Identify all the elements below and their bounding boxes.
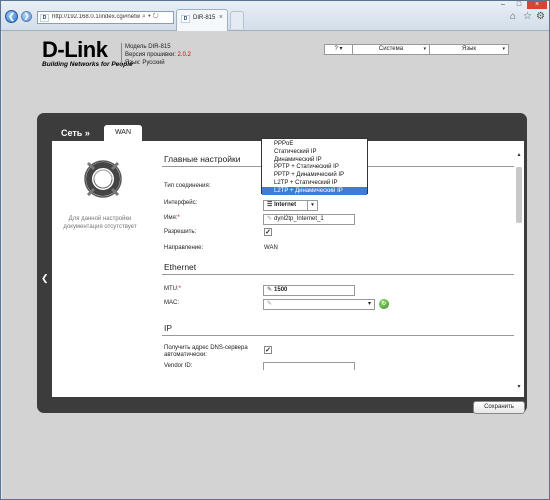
- connection-type-option[interactable]: PPPoE: [262, 140, 367, 148]
- required-mark: *: [178, 286, 182, 292]
- connection-type-option[interactable]: L2TP + Статический IP: [262, 179, 367, 187]
- dlink-logo: D-Link Building Networks for People: [42, 37, 133, 69]
- direction-value: WAN: [264, 245, 278, 251]
- system-menu-label: Система: [378, 46, 404, 52]
- section-ethernet: Ethernet: [164, 262, 197, 272]
- mtu-input-value: 1500: [274, 287, 288, 293]
- name-label-text: Имя:: [164, 215, 178, 221]
- help-lifebuoy-icon: [84, 160, 122, 198]
- connection-type-option[interactable]: PPTP + Статический IP: [262, 163, 367, 171]
- help-menu[interactable]: ? ▾: [325, 45, 353, 54]
- tab-title: DIR-815: [193, 15, 216, 21]
- tab-close-icon[interactable]: ×: [219, 14, 223, 21]
- logo-tagline: Building Networks for People: [42, 61, 133, 68]
- previous-page-arrow-icon[interactable]: ❮: [41, 273, 49, 284]
- connection-type-option[interactable]: Статический IP: [262, 148, 367, 156]
- save-button[interactable]: Сохранить: [473, 401, 525, 414]
- close-window-button[interactable]: ×: [527, 1, 547, 9]
- language-menu[interactable]: Язык ▾: [430, 45, 508, 54]
- chevron-down-icon: ▾: [367, 301, 371, 307]
- new-tab-button[interactable]: [230, 11, 244, 29]
- dns-auto-checkbox[interactable]: ✓: [264, 346, 272, 354]
- chevron-down-icon: ▾: [307, 201, 317, 210]
- name-input-value: dynl2tp_Internet_1: [274, 216, 324, 222]
- device-info: Модель DIR-815 Версия прошивки: 2.0.2 Яз…: [125, 43, 191, 67]
- interface-value: Internet: [274, 202, 297, 208]
- lightbulb-icon: ?: [334, 46, 338, 52]
- browser-toolbar: ❮ ❯ D http://192.168.0.1/index.cgi#netw …: [1, 1, 549, 31]
- breadcrumb[interactable]: Сеть »: [61, 128, 90, 138]
- mtu-label: MTU:*: [164, 286, 181, 292]
- language-line: Язык: Русский: [125, 60, 165, 66]
- scroll-thumb[interactable]: [516, 167, 522, 223]
- allow-label: Разрешить:: [164, 229, 197, 235]
- required-mark: *: [177, 215, 180, 221]
- connection-type-option[interactable]: Динамический IP: [262, 156, 367, 164]
- vendor-id-input[interactable]: [263, 362, 355, 370]
- system-menu[interactable]: Система ▾: [353, 45, 430, 54]
- gear-icon[interactable]: ⚙: [536, 11, 545, 22]
- no-documentation-text: Для данной настройки документация отсутс…: [63, 216, 137, 230]
- home-icon[interactable]: ⌂: [510, 11, 516, 22]
- browser-tab-dir815[interactable]: D DIR-815 ×: [176, 9, 228, 31]
- address-bar[interactable]: D http://192.168.0.1/index.cgi#netw ⌕ ▾ …: [37, 11, 174, 24]
- direction-label: Направление:: [164, 245, 204, 251]
- dns-auto-label-line1: Получить адрес DNS-сервера: [164, 345, 248, 351]
- back-button[interactable]: ❮: [5, 10, 18, 23]
- mtu-label-text: MTU:: [164, 286, 179, 292]
- tab-favicon-icon: D: [181, 15, 190, 23]
- connection-type-option[interactable]: L2TP + Динамический IP: [262, 186, 367, 195]
- top-menu: ? ▾ Система ▾ Язык ▾: [324, 44, 509, 55]
- connection-type-option[interactable]: PPTP + Динамический IP: [262, 171, 367, 179]
- firmware-label: Версия прошивки:: [125, 52, 176, 58]
- browser-window: ❮ ❯ D http://192.168.0.1/index.cgi#netw …: [0, 0, 550, 500]
- vendor-id-label: Vendor ID:: [164, 363, 193, 369]
- star-icon[interactable]: ☆: [523, 11, 532, 22]
- refresh-mac-button[interactable]: ↻: [379, 299, 389, 309]
- tab-wan[interactable]: WAN: [104, 125, 142, 141]
- connection-type-label: Тип соединения:: [164, 183, 211, 189]
- logo-name: D-Link: [42, 37, 108, 62]
- router-page: D-Link Building Networks for People Моде…: [2, 31, 549, 499]
- pencil-icon: ✎: [267, 301, 273, 307]
- site-favicon-icon: D: [40, 14, 49, 22]
- chevron-down-icon: ▾: [423, 46, 426, 52]
- interface-label: Интерфейс:: [164, 200, 198, 206]
- mtu-input[interactable]: ✎ 1500: [263, 285, 355, 296]
- address-controls[interactable]: ⌕ ▾ ↻: [142, 13, 159, 21]
- model-line: Модель DIR-815: [125, 44, 171, 50]
- mac-label: MAC:: [164, 300, 179, 306]
- chevron-down-icon: ▾: [502, 46, 505, 52]
- chevron-down-icon: ▾: [339, 46, 343, 52]
- network-icon: ☰: [267, 202, 273, 208]
- connection-type-dropdown[interactable]: PPPoE Статический IP Динамический IP PPTP +…: [261, 138, 368, 195]
- section-ip: IP: [164, 323, 173, 333]
- minimize-button[interactable]: –: [495, 1, 511, 9]
- section-divider: [162, 335, 514, 336]
- address-url[interactable]: http://192.168.0.1/index.cgi#netw: [52, 14, 140, 20]
- scroll-up-icon[interactable]: ▴: [515, 151, 523, 159]
- maximize-button[interactable]: □: [511, 1, 527, 9]
- mac-select[interactable]: ✎ ▾: [263, 299, 375, 310]
- name-input[interactable]: ✎ dynl2tp_Internet_1: [263, 214, 355, 225]
- interface-select[interactable]: ☰ Internet ▾: [263, 200, 318, 211]
- pencil-icon: ✎: [267, 287, 273, 293]
- firmware-value: 2.0.2: [177, 52, 191, 58]
- forward-button[interactable]: ❯: [21, 11, 32, 22]
- allow-checkbox[interactable]: ✓: [264, 228, 272, 236]
- section-main-settings: Главные настройки: [164, 154, 241, 164]
- firmware-line: Версия прошивки: 2.0.2: [125, 51, 191, 59]
- language-menu-label: Язык: [461, 46, 477, 52]
- name-label: Имя:*: [164, 215, 180, 221]
- section-divider: [162, 274, 514, 275]
- content-scrollbar[interactable]: ▴ ▾: [515, 151, 523, 391]
- header-divider: [121, 43, 122, 67]
- pencil-icon: ✎: [267, 216, 273, 222]
- scroll-down-icon[interactable]: ▾: [515, 383, 523, 391]
- dns-auto-label-line2: автоматически:: [164, 352, 207, 358]
